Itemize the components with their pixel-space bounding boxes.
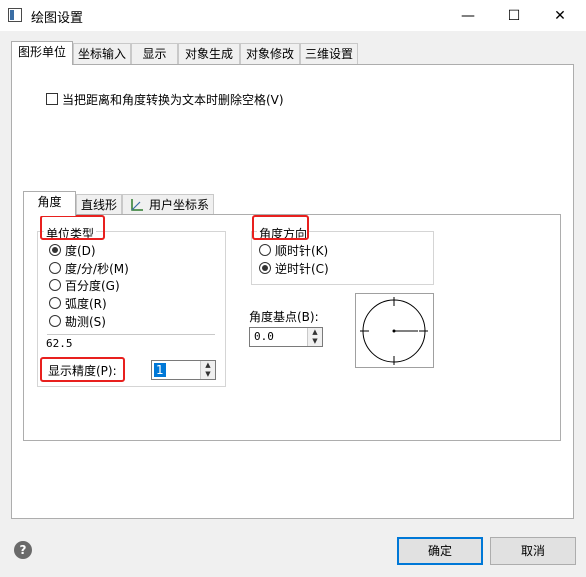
window-title: 绘图设置 <box>31 11 84 26</box>
radio-degrees[interactable] <box>49 244 61 256</box>
radio-clockwise-label[interactable]: 顺时针(K) <box>275 242 328 259</box>
remove-spaces-label[interactable]: 当把距离和角度转换为文本时删除空格(V) <box>62 91 284 108</box>
tab-object-modify[interactable]: 对象修改 <box>240 43 300 64</box>
help-icon[interactable]: ? <box>14 541 32 559</box>
radio-dms[interactable] <box>49 262 61 274</box>
radio-dms-label[interactable]: 度/分/秒(M) <box>65 260 129 277</box>
radio-counterclockwise[interactable] <box>259 262 271 274</box>
maximize-button[interactable]: ☐ <box>491 0 537 31</box>
radio-radians-label[interactable]: 弧度(R) <box>65 295 107 312</box>
precision-up-button[interactable]: ▲ <box>200 361 215 370</box>
tab-coordinate-input[interactable]: 坐标输入 <box>73 43 131 64</box>
angle-dial-icon <box>360 297 428 365</box>
precision-spinner[interactable]: 1 ▲ ▼ <box>151 360 216 380</box>
precision-value[interactable]: 1 <box>154 363 166 377</box>
highlight-unit-type <box>40 215 105 240</box>
base-angle-spinner[interactable]: 0.0 ▲ ▼ <box>249 327 323 347</box>
radio-degrees-label[interactable]: 度(D) <box>65 242 96 259</box>
remove-spaces-checkbox[interactable] <box>46 93 58 105</box>
sample-value: 62.5 <box>46 337 73 350</box>
close-icon: ✕ <box>554 7 566 24</box>
base-angle-up-button[interactable]: ▲ <box>307 328 322 337</box>
tab-display[interactable]: 显示 <box>131 43 178 64</box>
ucs-icon <box>131 199 143 211</box>
close-button[interactable]: ✕ <box>537 0 583 31</box>
precision-label: 显示精度(P): <box>48 364 117 378</box>
base-angle-down-button[interactable]: ▼ <box>307 337 322 346</box>
radio-surveyor[interactable] <box>49 315 61 327</box>
inner-tab-ucs-label: 用户坐标系 <box>149 198 210 212</box>
radio-radians[interactable] <box>49 297 61 309</box>
radio-surveyor-label[interactable]: 勘测(S) <box>65 313 106 330</box>
tab-3d-settings[interactable]: 三维设置 <box>300 43 358 64</box>
radio-grads[interactable] <box>49 279 61 291</box>
cancel-button[interactable]: 取消 <box>490 537 576 565</box>
base-angle-label: 角度基点(B): <box>249 310 319 324</box>
inner-tab-ucs[interactable]: 用户坐标系 <box>122 194 214 215</box>
minimize-icon: — <box>461 7 475 24</box>
radio-clockwise[interactable] <box>259 244 271 256</box>
maximize-icon: ☐ <box>507 7 521 24</box>
tab-object-generate[interactable]: 对象生成 <box>178 43 240 64</box>
tab-graphic-units[interactable]: 图形单位 <box>11 41 73 65</box>
inner-tab-linear[interactable]: 直线形 <box>76 194 122 215</box>
radio-grads-label[interactable]: 百分度(G) <box>65 277 120 294</box>
precision-down-button[interactable]: ▼ <box>200 370 215 379</box>
minimize-button[interactable]: — <box>445 0 491 31</box>
base-angle-value[interactable]: 0.0 <box>254 330 274 343</box>
angle-preview <box>355 293 434 368</box>
separator <box>47 334 215 335</box>
radio-counterclockwise-label[interactable]: 逆时针(C) <box>275 260 329 277</box>
ok-button[interactable]: 确定 <box>397 537 483 565</box>
inner-tab-angle[interactable]: 角度 <box>23 191 76 216</box>
app-icon <box>8 8 22 22</box>
highlight-direction <box>252 215 309 240</box>
